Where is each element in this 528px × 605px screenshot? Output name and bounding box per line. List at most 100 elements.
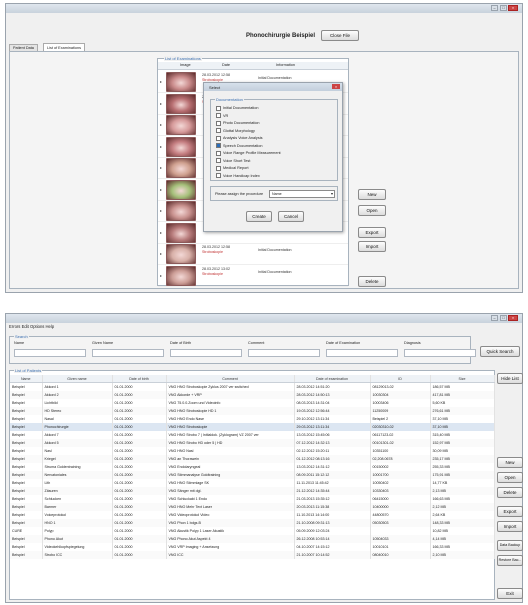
table-row[interactable]: Beispiel Barmer 01.01.2000 VNG HNO Mehr Tex… [10, 503, 495, 511]
examination-thumbnail[interactable] [166, 244, 196, 264]
checkbox-icon[interactable] [216, 120, 221, 126]
create-button[interactable]: Create [246, 211, 272, 222]
examination-thumbnail[interactable] [166, 136, 196, 157]
examination-thumbnail[interactable] [166, 115, 196, 135]
checkbox-icon[interactable] [216, 135, 221, 141]
examination-row[interactable]: ▸ 28.03.2012 12:58Stroboskopie Initial Doc… [158, 243, 348, 265]
column-header[interactable]: ID [370, 375, 431, 383]
checkbox-icon[interactable] [216, 150, 221, 156]
documentation-option[interactable]: Analysis Voice Analysis [216, 135, 281, 143]
documentation-option[interactable]: VR [216, 113, 281, 121]
restore-backup-button[interactable]: Restore Bac... [497, 555, 523, 566]
exit-button[interactable]: Exit [497, 588, 523, 599]
table-row[interactable]: Beispiel Akkord 5 01.01.2000 VNG HNO Strobo… [10, 439, 495, 447]
examination-thumbnail[interactable] [166, 201, 196, 221]
table-cell: VNG 75.0.0.Zoom und Videoinfo [166, 399, 295, 407]
examination-thumbnail[interactable] [166, 179, 196, 200]
table-row[interactable]: Beispiel Zäsuren 01.01.2000 VNG Sänger mit … [10, 487, 495, 495]
open-exam-button[interactable]: Open [358, 205, 386, 216]
table-row[interactable]: Beispiel Videokehlkopfspiegelung 01.01.200… [10, 543, 495, 551]
open-patient-button[interactable]: Open [497, 472, 523, 483]
examination-thumbnail[interactable] [166, 158, 196, 178]
documentation-option[interactable]: Voice Short Test [216, 158, 281, 166]
column-header[interactable]: Comment [166, 375, 295, 383]
search-input[interactable] [92, 349, 164, 357]
new-exam-button[interactable]: New [358, 189, 386, 200]
quick-search-button[interactable]: Quick Search [480, 346, 520, 357]
documentation-option[interactable]: Initial Documentation [216, 105, 281, 113]
examination-thumbnail[interactable] [166, 93, 196, 114]
checkbox-icon[interactable] [216, 113, 221, 118]
column-header[interactable]: Date of examination [294, 375, 371, 383]
table-row[interactable]: Beispiel HD Stereo 01.01.2000 VNG HNO Strob… [10, 407, 495, 415]
documentation-option[interactable]: Photo Documentation [216, 120, 281, 128]
table-cell: VNG Phon 1 bdgs.B [166, 519, 295, 527]
column-header[interactable]: Size [430, 375, 495, 383]
documentation-option[interactable]: Medical Report [216, 165, 281, 173]
examination-thumbnail[interactable] [166, 265, 196, 286]
export-patient-button[interactable]: Export [497, 506, 523, 517]
table-row[interactable]: Beispiel Kriegel 01.01.2000 VNG an Thorawei… [10, 455, 495, 463]
table-row[interactable]: Beispiel Phonochirurgie 01.01.2000 VNG HNO … [10, 423, 495, 431]
table-row[interactable]: Beispiel Lichtbild 01.01.2000 VNG 75.0.0.Zo… [10, 399, 495, 407]
data-backup-button[interactable]: Data Backup [497, 540, 523, 551]
table-row[interactable]: Beispiel Struma Goldentraining 01.01.2000 V… [10, 463, 495, 471]
examination-row[interactable]: ▸ 28.03.2012 13:02 Stroboskopie Initial Doc… [158, 265, 348, 287]
table-row[interactable]: Beispiel Voiceprotokol 01.01.2000 VNG Video… [10, 511, 495, 519]
close-file-button[interactable]: Close File [321, 30, 359, 41]
documentation-option[interactable]: Glottal Morphology [216, 128, 281, 136]
documentation-option[interactable]: Speech Documentation [216, 143, 281, 151]
checkbox-icon[interactable] [216, 105, 221, 111]
table-cell: 10351100 [370, 447, 431, 455]
delete-exam-button[interactable]: Delete [358, 276, 386, 287]
table-row[interactable]: Beispiel Phono Akut 01.01.2000 VNG Phono Ak… [10, 535, 495, 543]
search-input[interactable] [404, 349, 476, 357]
checkbox-icon[interactable] [216, 165, 221, 171]
table-row[interactable]: Beispiel Nasl 01.01.2000 VNG HNO Nasl 02.12.… [10, 447, 495, 455]
table-row[interactable]: Beispiel Akkord 1 01.01.2000 VNG HNO Strobo… [10, 382, 495, 391]
documentation-option[interactable]: Voice Range Profile Measurement [216, 150, 281, 158]
hide-list-button[interactable]: Hide List [497, 373, 523, 384]
column-header[interactable]: Name [10, 375, 43, 383]
procedure-select[interactable]: Name ▾ [269, 190, 335, 198]
maximize-icon[interactable]: □ [500, 5, 507, 11]
documentation-option[interactable]: Voice Handicap Index [216, 173, 281, 181]
import-exam-button[interactable]: Import [358, 241, 386, 252]
table-row[interactable]: Beispiel Akkord 2 01.01.2000 VNG Akkorde + … [10, 391, 495, 399]
table-row[interactable]: Beispiel Lith 01.01.2000 VNG HNO Stimmlage … [10, 479, 495, 487]
column-header[interactable]: Given name [42, 375, 113, 383]
search-input[interactable] [170, 349, 242, 357]
checkbox-icon[interactable] [216, 158, 221, 163]
table-row[interactable]: Beispiel Nasal 01.01.2000 VNG HNO Endo Nase… [10, 415, 495, 423]
minimize-icon[interactable]: – [491, 5, 498, 11]
search-input[interactable] [326, 349, 398, 357]
export-exam-button[interactable]: Export [358, 227, 386, 238]
examination-thumbnail[interactable] [166, 72, 196, 92]
table-row[interactable]: Beispiel HNO 1 01.01.2000 VNG Phon 1 bdgs.B… [10, 519, 495, 527]
close-icon[interactable]: × [508, 5, 518, 11]
table-row[interactable]: Beispiel Schlucken 01.01.2000 VNG Schluckak… [10, 495, 495, 503]
table-row[interactable]: Beispiel Nervatoniales 01.01.2000 VNG Stimm… [10, 471, 495, 479]
maximize-icon[interactable]: □ [500, 315, 507, 321]
table-row[interactable]: Beispiel Akkord 7 01.01.2000 VNG HNO Strobo… [10, 431, 495, 439]
checkbox-icon[interactable] [216, 143, 221, 148]
search-input[interactable] [14, 349, 86, 357]
new-patient-button[interactable]: New [497, 457, 523, 468]
close-icon[interactable]: × [508, 315, 518, 321]
cancel-button[interactable]: Cancel [278, 211, 304, 222]
import-patient-button[interactable]: Import [497, 521, 523, 532]
table-row[interactable]: CURE Polyp 01.01.2000 VNG Akustik Polyp 1 L… [10, 527, 495, 535]
table-cell: 10330403 [370, 487, 431, 495]
table-row[interactable]: Beispiel Strobo ICC 01.01.2000 VNG ICC 21.10… [10, 551, 495, 559]
checkbox-icon[interactable] [216, 128, 221, 133]
table-cell: 08.03.2013 14:31:04 [294, 399, 371, 407]
checkbox-icon[interactable] [216, 173, 221, 178]
table-cell: Beispiel [10, 495, 43, 503]
column-header[interactable]: Date of birth [112, 375, 167, 383]
menu-bar[interactable]: Errors Edit Options Help [9, 324, 54, 329]
examination-thumbnail[interactable] [166, 222, 196, 243]
dialog-close-icon[interactable]: × [332, 84, 340, 89]
delete-patient-button[interactable]: Delete [497, 487, 523, 498]
minimize-icon[interactable]: – [491, 315, 498, 321]
search-input[interactable] [248, 349, 320, 357]
